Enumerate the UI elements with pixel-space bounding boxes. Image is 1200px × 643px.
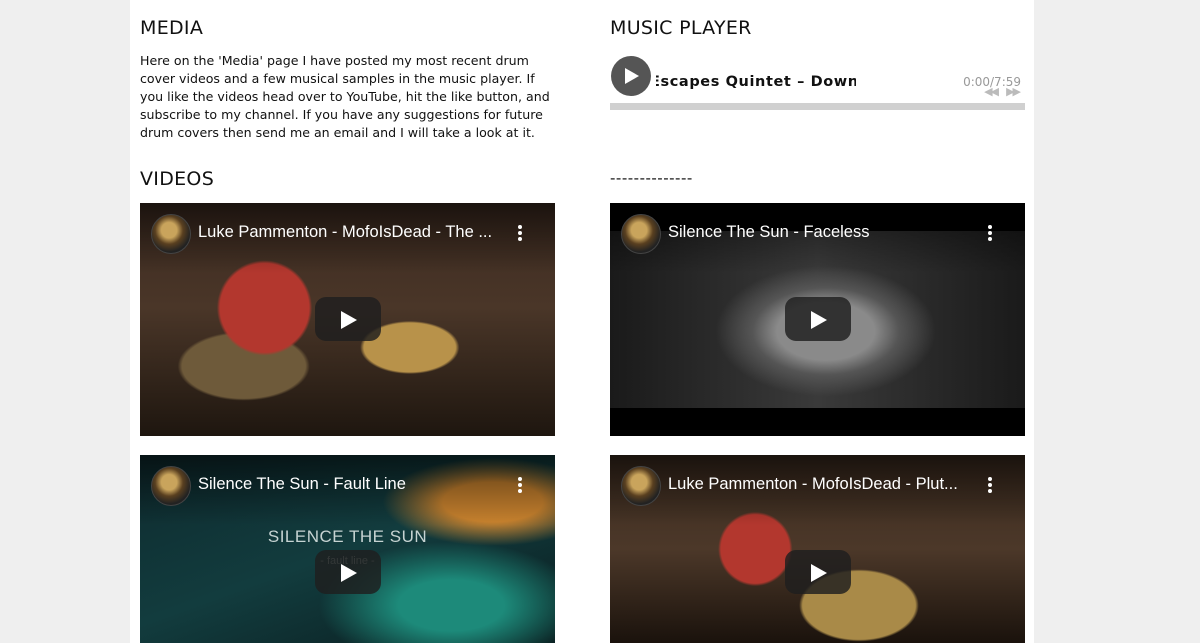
channel-avatar[interactable] [621,466,661,506]
videos-divider: -------------- [610,169,693,187]
play-icon [340,311,357,329]
video-play-button[interactable] [784,550,851,594]
video-play-button[interactable] [784,297,851,341]
previous-track-icon[interactable]: ◀◀ [984,85,999,98]
more-options-icon[interactable] [983,223,997,243]
track-title-text: Escapes Quintet – Downward [656,74,856,90]
play-icon [625,68,639,84]
music-player-heading: MUSIC PLAYER [610,17,752,39]
media-intro-text: Here on the 'Media' page I have posted m… [140,53,550,140]
video-embed-4[interactable]: Luke Pammenton - MofoIsDead - Plut... [610,455,1025,643]
player-progress-bar[interactable] [610,103,1025,110]
channel-avatar[interactable] [621,214,661,254]
video-embed-2[interactable]: Silence The Sun - Faceless [610,203,1025,436]
page-content: MEDIA Here on the 'Media' page I have po… [130,0,1034,643]
video-play-button[interactable] [314,550,381,594]
videos-heading: VIDEOS [140,168,215,190]
play-icon [340,564,357,582]
video-embed-3[interactable]: Silence The Sun - Fault Line SILENCE THE… [140,455,555,643]
video-cover-title: SILENCE THE SUN [267,527,428,546]
video-embed-1[interactable]: Luke Pammenton - MofoIsDead - The ... [140,203,555,436]
video-play-button[interactable] [314,297,381,341]
video-title[interactable]: Luke Pammenton - MofoIsDead - Plut... [668,475,973,494]
channel-avatar[interactable] [151,214,191,254]
play-icon [810,311,827,329]
video-title[interactable]: Silence The Sun - Fault Line [198,475,503,494]
music-player: Escapes Quintet – Downward 0:00/7:59 ◀◀ … [610,55,1025,111]
more-options-icon[interactable] [513,223,527,243]
media-heading: MEDIA [140,17,204,39]
more-options-icon[interactable] [513,475,527,495]
track-title: Escapes Quintet – Downward [656,74,856,90]
next-track-icon[interactable]: ▶▶ [1006,85,1021,98]
play-icon [810,564,827,582]
video-title[interactable]: Luke Pammenton - MofoIsDead - The ... [198,223,503,242]
player-play-button[interactable] [611,56,651,96]
more-options-icon[interactable] [983,475,997,495]
channel-avatar[interactable] [151,466,191,506]
video-title[interactable]: Silence The Sun - Faceless [668,223,973,242]
